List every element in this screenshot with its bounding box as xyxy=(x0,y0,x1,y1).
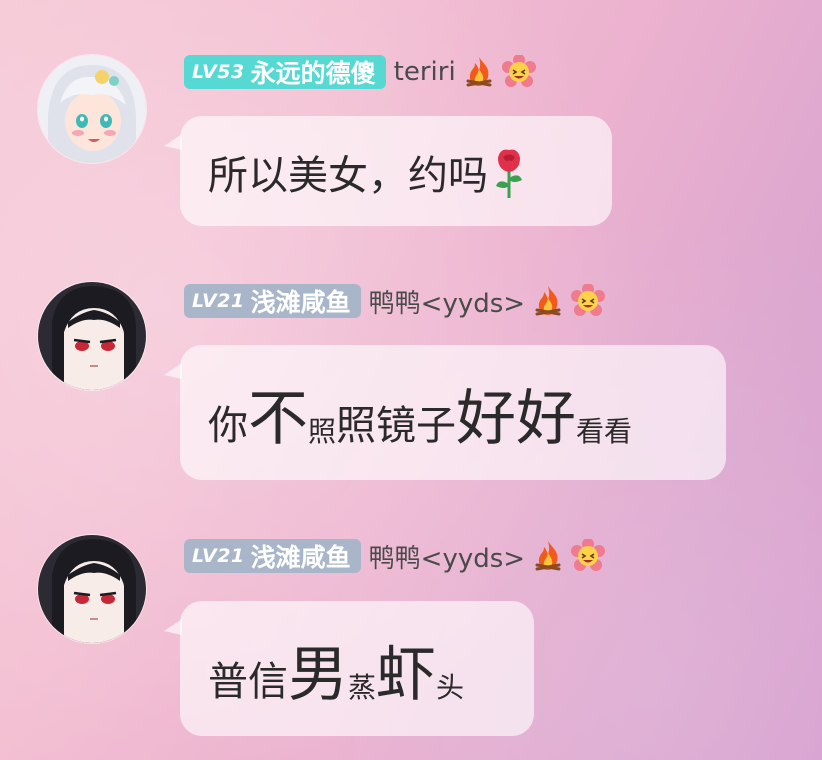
message-text-segment: 照镜子 xyxy=(336,403,457,449)
avatar[interactable] xyxy=(38,55,146,163)
anime-girl-white-hair-avatar xyxy=(38,55,146,163)
laughing-flower-emoji-icon xyxy=(501,55,536,87)
username[interactable]: 鸭鸭<yyds> xyxy=(369,538,525,575)
message-text-segment: 照 xyxy=(308,415,337,448)
badge-level: LV21 xyxy=(192,545,245,567)
fan-badge[interactable]: LV21 浅滩咸鱼 xyxy=(184,539,361,573)
badge-name: 永远的德傻 xyxy=(250,59,376,88)
message-bubble[interactable]: 普信 男 蒸 虾 头 xyxy=(164,601,534,736)
avatar[interactable] xyxy=(38,282,146,390)
message-text-segment: 你 xyxy=(208,403,248,449)
username[interactable]: teriri xyxy=(394,57,456,87)
badge-name: 浅滩咸鱼 xyxy=(250,288,351,317)
rose-icon xyxy=(496,149,522,198)
fan-badge[interactable]: LV21 浅滩咸鱼 xyxy=(184,284,361,318)
anime-girl-black-hair-avatar xyxy=(38,282,146,390)
message-text-segment: 蒸 xyxy=(348,671,377,704)
message-text-segment: 看看 xyxy=(576,415,633,448)
fire-icon xyxy=(466,57,492,87)
message-text-segment: 虾 xyxy=(376,640,437,710)
badge-name: 浅滩咸鱼 xyxy=(250,543,351,572)
message-text-segment: 普信 xyxy=(208,659,288,705)
username[interactable]: 鸭鸭<yyds> xyxy=(369,283,525,320)
message-text-segment: 不 xyxy=(248,384,308,454)
badge-level: LV53 xyxy=(192,61,245,83)
message-bubble[interactable]: 你 不 照 照镜子 好好 看看 xyxy=(164,345,726,480)
fire-icon xyxy=(535,286,561,316)
message-bubble[interactable]: 所以美女，约吗 xyxy=(164,116,612,226)
badge-level: LV21 xyxy=(192,290,245,312)
fire-icon xyxy=(535,541,561,571)
fan-badge[interactable]: LV53 永远的德傻 xyxy=(184,55,386,89)
message-text-segment: 头 xyxy=(436,671,465,704)
message-header: LV53 永远的德傻 teriri xyxy=(184,55,536,89)
message-text: 所以美女，约吗 xyxy=(208,153,488,199)
message-text-segment: 男 xyxy=(288,640,348,710)
laughing-flower-emoji-icon xyxy=(571,539,606,571)
laughing-flower-emoji-icon xyxy=(571,284,606,316)
message-header: LV21 浅滩咸鱼 鸭鸭<yyds> xyxy=(184,538,606,575)
message-text-segment: 好好 xyxy=(456,384,577,454)
anime-girl-black-hair-avatar xyxy=(38,535,146,643)
message-header: LV21 浅滩咸鱼 鸭鸭<yyds> xyxy=(184,283,606,320)
avatar[interactable] xyxy=(38,535,146,643)
